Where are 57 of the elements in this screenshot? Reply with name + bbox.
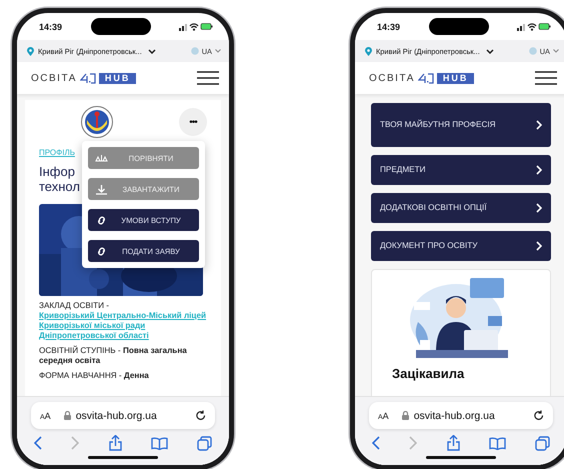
chevron-down-icon <box>215 49 221 53</box>
section-button[interactable]: ТВОЯ МАЙБУТНЯ ПРОФЕСІЯ <box>371 103 551 147</box>
address-bar[interactable]: AA osvita-hub.org.ua <box>369 402 553 429</box>
scales-icon <box>94 152 109 164</box>
status-icons <box>517 22 551 31</box>
status-time: 14:39 <box>39 22 62 32</box>
share-icon[interactable] <box>446 435 460 451</box>
fact-text: ОСВІТНІЙ СТУПІНЬ - Повна загальна середня освіта <box>39 346 188 366</box>
logo-badge: HUB <box>98 72 136 84</box>
location-pin-icon <box>27 46 34 56</box>
logo-text: ОСВІТА <box>369 72 415 84</box>
chevron-right-icon <box>536 120 542 130</box>
fact-text: ЗАКЛАД ОСВІТИ - Криворізький Центрально-Міський ліцей Криворізької міської ради Дніпропетровської області <box>39 301 207 341</box>
camera-island <box>428 18 489 35</box>
lock-icon <box>402 411 409 420</box>
reload-icon[interactable] <box>534 410 544 421</box>
address-bar[interactable]: AA osvita-hub.org.ua <box>31 402 215 429</box>
tabs-icon[interactable] <box>197 436 212 450</box>
reload-icon[interactable] <box>196 410 206 421</box>
card-title: Зацікавила <box>392 366 464 381</box>
more-button[interactable]: ••• <box>179 108 207 136</box>
bookmarks-icon[interactable] <box>488 436 506 450</box>
lock-icon <box>64 411 71 420</box>
menu-icon[interactable] <box>197 71 219 85</box>
profile-title: Інфор технол <box>39 164 80 194</box>
tabs-icon[interactable] <box>535 436 550 450</box>
download-icon <box>94 184 109 194</box>
menu-icon[interactable] <box>535 71 557 85</box>
home-indicator <box>426 456 496 459</box>
url-text: osvita-hub.org.ua <box>76 410 158 422</box>
emblem-icon <box>81 106 113 138</box>
url-text: osvita-hub.org.ua <box>414 410 496 422</box>
chevron-down-icon <box>486 48 494 54</box>
section-button[interactable]: ДОКУМЕНТ ПРО ОСВІТУ <box>371 231 551 261</box>
chevron-down-icon <box>553 49 559 53</box>
logo-mark-icon <box>418 72 434 84</box>
chevron-right-icon <box>536 165 542 175</box>
camera-island <box>90 18 151 35</box>
fact-text: ФОРМА НАВЧАННЯ - Денна <box>39 371 150 381</box>
logo-text: ОСВІТА <box>31 72 77 84</box>
text-size-button[interactable]: AA <box>40 410 51 420</box>
logo-badge: HUB <box>436 72 474 84</box>
text-size-button[interactable]: AA <box>378 410 389 420</box>
section-button[interactable]: ДОДАТКОВІ ОСВІТНІ ОПЦІЇ <box>371 193 551 223</box>
status-time: 14:39 <box>377 22 400 32</box>
share-icon[interactable] <box>108 435 122 451</box>
status-icons <box>179 22 213 31</box>
back-icon[interactable] <box>372 436 380 450</box>
bookmarks-icon[interactable] <box>150 436 168 450</box>
chevron-right-icon <box>536 203 542 213</box>
section-button[interactable]: ПРЕДМЕТИ <box>371 155 551 185</box>
logo-mark-icon <box>80 72 96 84</box>
chevron-right-icon <box>536 241 542 251</box>
chevron-down-icon <box>148 48 156 54</box>
location-pin-icon <box>365 46 372 56</box>
back-icon[interactable] <box>34 436 42 450</box>
home-indicator <box>88 456 158 459</box>
